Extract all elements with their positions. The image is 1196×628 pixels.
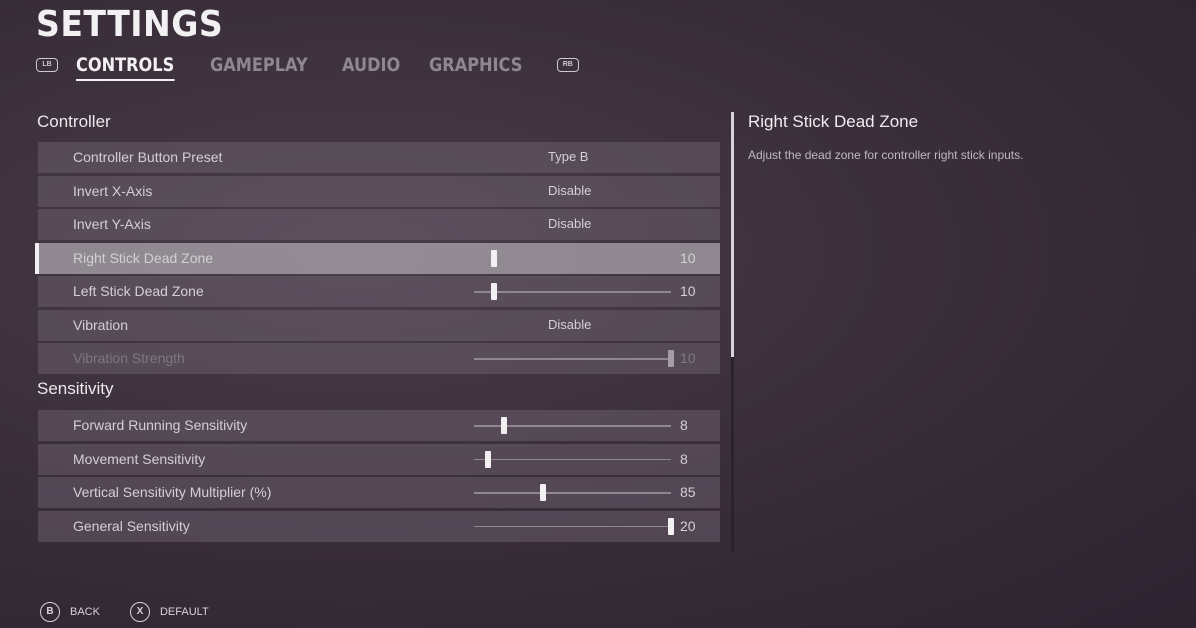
back-label: BACK xyxy=(70,606,100,618)
setting-value[interactable]: Disable xyxy=(548,183,591,198)
setting-value[interactable]: Type B xyxy=(548,149,588,164)
tab-controls[interactable]: CONTROLS xyxy=(76,54,174,81)
slider-track[interactable] xyxy=(474,257,671,259)
setting-row-vibration-strength[interactable]: Vibration Strength 10 xyxy=(38,343,720,374)
slider-handle[interactable] xyxy=(484,450,491,468)
setting-label: Vertical Sensitivity Multiplier (%) xyxy=(73,484,272,500)
sensitivity-settings-list: Forward Running Sensitivity 8 Movement Sen… xyxy=(38,410,720,556)
setting-label: Invert X-Axis xyxy=(73,182,153,199)
lb-bumper-icon[interactable]: LB xyxy=(36,58,58,72)
setting-label: Vibration xyxy=(73,316,129,333)
setting-row-right-stick-dead-zone[interactable]: Right Stick Dead Zone 10 xyxy=(35,242,720,274)
setting-label: Controller Button Preset xyxy=(73,149,223,165)
setting-row-vibration[interactable]: Vibration Disable xyxy=(38,309,720,341)
setting-row-vertical-sensitivity-multiplier[interactable]: Vertical Sensitivity Multiplier (%) 85 xyxy=(38,477,720,508)
footer-hints: B BACK X DEFAULT xyxy=(40,602,239,622)
slider-handle[interactable] xyxy=(539,484,546,501)
slider-track[interactable] xyxy=(474,492,671,494)
tab-bar: LB CONTROLS GAMEPLAY AUDIO GRAPHICS RB xyxy=(36,50,579,81)
setting-label: Vibration Strength xyxy=(73,350,185,366)
setting-row-movement-sensitivity[interactable]: Movement Sensitivity 8 xyxy=(38,443,720,475)
slider-handle[interactable] xyxy=(500,417,507,434)
slider-handle[interactable] xyxy=(668,517,674,535)
tab-gameplay[interactable]: GAMEPLAY xyxy=(210,54,308,76)
info-panel-description: Adjust the dead zone for controller righ… xyxy=(748,148,1024,162)
slider-track[interactable] xyxy=(474,358,671,360)
slider-handle[interactable] xyxy=(668,350,674,367)
slider-track[interactable] xyxy=(474,291,671,293)
page-title: SETTINGS xyxy=(36,4,224,45)
slider-value: 20 xyxy=(680,517,696,534)
controller-settings-list: Controller Button Preset Type B Invert X-A… xyxy=(35,142,720,377)
b-button-icon: B xyxy=(40,602,60,622)
setting-label: Movement Sensitivity xyxy=(73,450,206,467)
setting-label: Left Stick Dead Zone xyxy=(73,283,204,299)
setting-label: General Sensitivity xyxy=(73,517,190,534)
scrollbar-thumb[interactable] xyxy=(731,112,734,357)
rb-bumper-icon[interactable]: RB xyxy=(556,58,579,72)
slider-track[interactable] xyxy=(474,525,671,527)
setting-label: Forward Running Sensitivity xyxy=(73,417,248,433)
section-title-sensitivity: Sensitivity xyxy=(37,379,114,398)
tab-graphics[interactable]: GRAPHICS xyxy=(429,54,522,76)
slider-track[interactable] xyxy=(474,458,671,460)
setting-row-forward-running-sensitivity[interactable]: Forward Running Sensitivity 8 xyxy=(38,410,720,441)
slider-handle[interactable] xyxy=(490,249,497,267)
back-button[interactable]: B BACK xyxy=(40,602,100,622)
setting-value[interactable]: Disable xyxy=(548,216,591,231)
setting-label: Right Stick Dead Zone xyxy=(73,249,214,266)
scrollbar-track[interactable] xyxy=(731,357,734,552)
info-panel-title: Right Stick Dead Zone xyxy=(748,112,919,131)
slider-value: 8 xyxy=(680,450,688,467)
slider-value: 8 xyxy=(680,417,688,433)
setting-row-left-stick-dead-zone[interactable]: Left Stick Dead Zone 10 xyxy=(38,276,720,307)
setting-row-invert-y-axis[interactable]: Invert Y-Axis Disable xyxy=(38,209,720,240)
slider-handle[interactable] xyxy=(490,283,497,300)
setting-label: Invert Y-Axis xyxy=(73,216,151,232)
section-title-controller: Controller xyxy=(37,112,111,131)
slider-value: 10 xyxy=(680,249,696,266)
slider-value: 10 xyxy=(680,283,696,299)
setting-row-general-sensitivity[interactable]: General Sensitivity 20 xyxy=(38,510,720,542)
default-button[interactable]: X DEFAULT xyxy=(129,602,209,622)
slider-value: 85 xyxy=(680,484,696,500)
setting-value[interactable]: Disable xyxy=(548,317,591,332)
default-label: DEFAULT xyxy=(159,606,209,618)
x-button-icon: X xyxy=(129,602,150,622)
setting-row-controller-button-preset[interactable]: Controller Button Preset Type B xyxy=(38,142,720,173)
setting-row-invert-x-axis[interactable]: Invert X-Axis Disable xyxy=(38,175,720,207)
tab-audio[interactable]: AUDIO xyxy=(342,54,400,76)
slider-value: 10 xyxy=(680,350,696,366)
